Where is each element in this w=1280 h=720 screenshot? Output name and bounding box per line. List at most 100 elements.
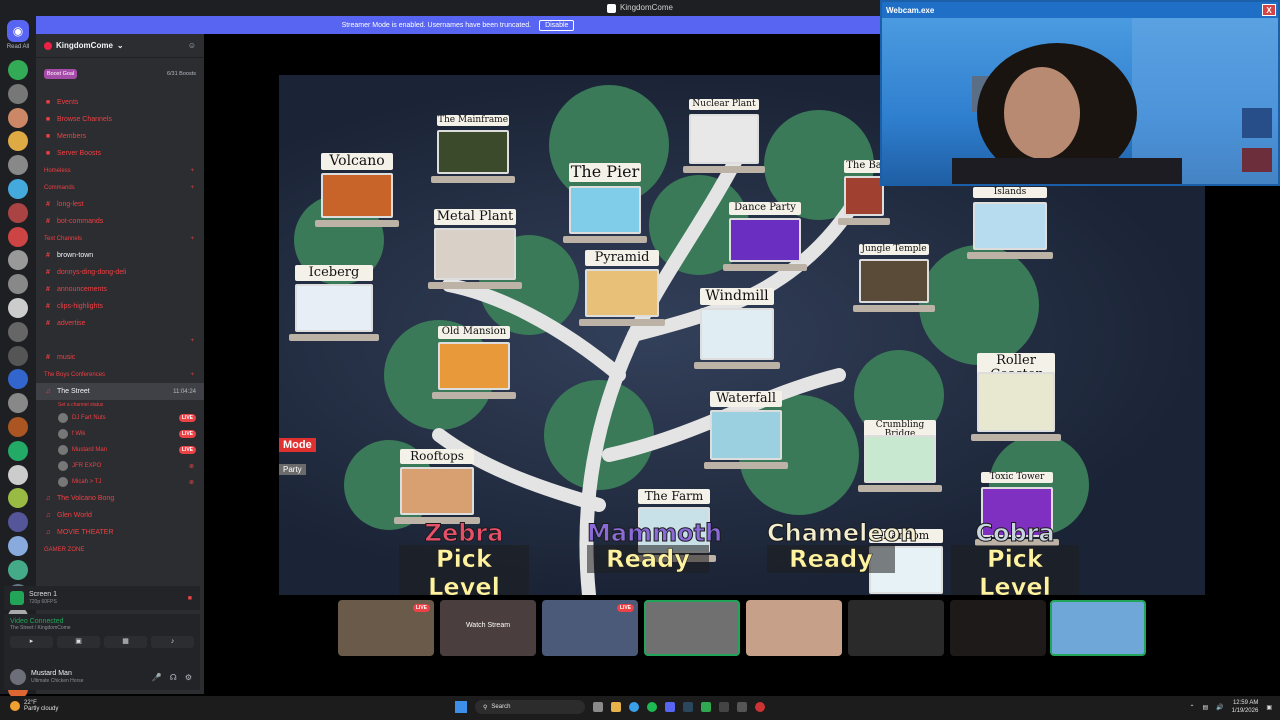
start-menu-icon[interactable] <box>455 701 467 713</box>
level-card[interactable]: Volcano <box>315 153 399 228</box>
voice-channel[interactable]: ♫ Glen World <box>36 507 204 524</box>
capcut-icon[interactable] <box>719 702 729 712</box>
voice-user[interactable]: f Wik LIVE <box>36 426 204 442</box>
level-card[interactable]: The Ba <box>838 160 890 225</box>
steam-icon[interactable] <box>683 702 693 712</box>
soundboard-button[interactable]: ♪ <box>151 636 194 648</box>
add-channel-icon[interactable]: + <box>190 168 194 174</box>
volume-icon[interactable]: 🔊 <box>1216 704 1223 711</box>
taskbar-search[interactable]: ⚲ Search <box>475 700 585 714</box>
add-channel-icon[interactable]: + <box>190 185 194 191</box>
xbox-icon[interactable] <box>701 702 711 712</box>
network-icon[interactable]: ▤ <box>1202 704 1208 711</box>
server-icon[interactable] <box>8 155 28 176</box>
stop-share-icon[interactable]: ■ <box>188 595 192 602</box>
server-icon[interactable] <box>8 559 28 580</box>
level-card[interactable]: The Mainframe <box>431 115 515 183</box>
close-icon[interactable]: X <box>1262 4 1276 16</box>
file-explorer-icon[interactable] <box>611 702 621 712</box>
voice-user[interactable]: Micah > TJ ⊗ <box>36 474 204 490</box>
clock[interactable]: 12:59 AM 1/19/2026 <box>1232 699 1259 715</box>
task-view-icon[interactable] <box>593 702 603 712</box>
stream-tile[interactable] <box>1050 600 1146 656</box>
server-icon[interactable] <box>8 393 28 414</box>
tray-chevron-icon[interactable]: ⌃ <box>1189 704 1194 711</box>
gear-icon[interactable]: ⚙ <box>185 673 192 682</box>
server-icon[interactable] <box>8 369 28 390</box>
stream-tile[interactable]: Watch Stream <box>440 600 536 656</box>
channel-item[interactable]: # music <box>36 349 204 366</box>
level-card[interactable]: Dance Party <box>723 202 807 271</box>
server-icon[interactable] <box>8 131 28 152</box>
level-card[interactable]: Jungle Temple <box>853 244 935 312</box>
stream-tile[interactable] <box>848 600 944 656</box>
voice-channel[interactable]: ♫ The Volcano Bong <box>36 490 204 507</box>
server-icon[interactable] <box>8 345 28 366</box>
level-card[interactable]: Pyramid <box>579 250 665 327</box>
channel-category[interactable]: Homeless + <box>36 162 204 179</box>
add-channel-icon[interactable]: + <box>190 236 194 242</box>
channel-item[interactable]: ■ Members <box>36 128 204 145</box>
stream-tile[interactable] <box>746 600 842 656</box>
stream-tile[interactable] <box>950 600 1046 656</box>
level-card[interactable]: Islands <box>967 187 1053 259</box>
channel-status[interactable]: Set a channel status <box>36 400 204 410</box>
level-card[interactable]: Metal Plant <box>428 209 522 290</box>
server-icon[interactable] <box>8 60 28 80</box>
channel-item[interactable]: # announcements <box>36 281 204 298</box>
camera-button[interactable]: ▸ <box>10 636 53 648</box>
stream-tile[interactable]: LIVE <box>542 600 638 656</box>
add-channel-icon[interactable]: + <box>190 372 194 378</box>
server-icon[interactable] <box>8 179 28 199</box>
microphone-icon[interactable]: 🎤 <box>152 673 162 682</box>
level-card[interactable]: Old Mansion <box>432 326 516 399</box>
voice-channel-current[interactable]: ♫ The Street 11:04:24 <box>36 383 204 400</box>
server-icon[interactable] <box>8 226 28 247</box>
server-icon[interactable] <box>8 321 28 342</box>
notifications-icon[interactable]: ▣ <box>1266 704 1272 711</box>
read-all-button[interactable]: Read All <box>0 44 36 50</box>
voice-user[interactable]: Mustard Man LIVE <box>36 442 204 458</box>
headphones-icon[interactable]: ☊ <box>170 673 177 682</box>
server-icon[interactable] <box>8 202 28 223</box>
voice-channel[interactable]: ♫ MOVIE THEATER <box>36 524 204 541</box>
channel-category[interactable]: Text Channels + <box>36 230 204 247</box>
level-card[interactable]: Crumbling Bridge <box>858 420 942 492</box>
screen-share-button[interactable]: ▣ <box>57 636 100 648</box>
channel-item[interactable]: # advertise <box>36 315 204 332</box>
level-card[interactable]: Rooftops <box>394 449 480 525</box>
app-icon[interactable] <box>737 702 747 712</box>
server-icon[interactable] <box>8 417 28 437</box>
activities-button[interactable]: ▦ <box>104 636 147 648</box>
weather-widget[interactable]: 22°F Partly cloudy <box>10 700 58 712</box>
server-header[interactable]: KingdomCome ⌄ ☺ <box>36 34 204 58</box>
channel-item[interactable]: # clips-highlights <box>36 298 204 315</box>
channel-item[interactable]: ■ Browse Channels <box>36 111 204 128</box>
add-member-icon[interactable]: ☺ <box>188 41 196 50</box>
server-icon[interactable] <box>8 488 28 509</box>
server-icon[interactable] <box>8 83 28 104</box>
channel-category[interactable]: + <box>36 332 204 349</box>
server-icon[interactable] <box>8 512 28 533</box>
server-icon[interactable] <box>8 536 28 556</box>
channel-item[interactable]: # brown-town <box>36 247 204 264</box>
server-icon[interactable] <box>8 250 28 271</box>
level-card[interactable]: Nuclear Plant <box>683 99 765 173</box>
avatar[interactable] <box>10 669 26 685</box>
channel-category[interactable]: GAMER ZONE <box>36 541 204 558</box>
level-card[interactable]: Waterfall <box>704 391 788 470</box>
obs-icon[interactable] <box>755 702 765 712</box>
server-icon[interactable] <box>8 298 28 318</box>
level-card[interactable]: Iceberg <box>289 265 379 342</box>
channel-item[interactable]: ■ Events <box>36 94 204 111</box>
add-channel-icon[interactable]: + <box>190 338 194 344</box>
channel-item[interactable]: ■ Server Boosts <box>36 145 204 162</box>
boost-goal-bar[interactable]: Boost Goal 6/31 Boosts <box>44 68 196 80</box>
channel-item[interactable]: # long-lest <box>36 196 204 213</box>
level-card[interactable]: The Pier <box>563 163 647 244</box>
level-card[interactable]: Roller Coaster <box>971 353 1061 442</box>
channel-category[interactable]: Commands + <box>36 179 204 196</box>
webcam-titlebar[interactable]: Webcam.exe X <box>882 2 1278 18</box>
stream-tile[interactable]: LIVE <box>338 600 434 656</box>
voice-user[interactable]: JFR EXPO ⊗ <box>36 458 204 474</box>
